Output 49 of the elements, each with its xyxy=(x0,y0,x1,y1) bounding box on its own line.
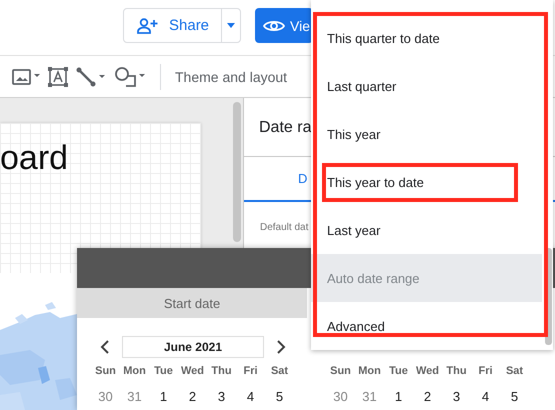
report-title: oard xyxy=(0,138,68,178)
menu-item[interactable]: Advanced xyxy=(311,302,542,350)
weekday-label: Tue xyxy=(153,365,174,377)
day-button[interactable]: 31 xyxy=(120,387,149,405)
weekday-label: Fri xyxy=(242,365,259,377)
day-button[interactable]: 2 xyxy=(413,387,442,405)
theme-and-layout-button[interactable]: Theme and layout xyxy=(175,68,288,84)
caret-icon xyxy=(227,23,236,28)
menu-item[interactable]: This quarter to date xyxy=(311,14,542,62)
text-box-icon[interactable] xyxy=(48,66,68,86)
day-button[interactable]: 1 xyxy=(149,387,178,405)
day-button[interactable]: 3 xyxy=(442,387,471,405)
next-month-icon[interactable] xyxy=(276,340,286,354)
day-button[interactable]: 3 xyxy=(207,387,236,405)
day-button[interactable]: 4 xyxy=(236,387,265,405)
day-button[interactable]: 31 xyxy=(355,387,384,405)
day-button[interactable]: 30 xyxy=(326,387,355,405)
day-button[interactable]: 2 xyxy=(178,387,207,405)
day-button[interactable]: 5 xyxy=(500,387,529,405)
weekday-label: Wed xyxy=(180,365,206,377)
weekday-label: Tue xyxy=(388,365,409,377)
day-button[interactable]: 1 xyxy=(384,387,413,405)
day-button[interactable]: 5 xyxy=(265,387,294,405)
view-button[interactable]: Vie xyxy=(255,8,314,43)
weekday-label: Sat xyxy=(270,365,290,377)
month-field[interactable]: June 2021 xyxy=(122,336,264,358)
scrollbar[interactable] xyxy=(233,102,241,242)
start-date-label: Start date xyxy=(77,288,307,318)
field-label: Default dat xyxy=(260,222,308,233)
image-icon[interactable] xyxy=(12,68,40,86)
menu-item[interactable]: Last year xyxy=(311,206,542,254)
weekday-label: Fri xyxy=(477,365,494,377)
menu-item[interactable]: This year xyxy=(311,110,542,158)
weekday-label: Sun xyxy=(94,365,117,377)
weekday-label: Thu xyxy=(445,365,468,377)
eye-icon xyxy=(263,18,286,32)
weekday-label: Mon xyxy=(122,365,147,377)
person-add-icon xyxy=(137,18,159,34)
menu-item[interactable]: This year to date xyxy=(311,158,542,206)
weekday-label: Wed xyxy=(414,365,440,377)
weekday-label: Mon xyxy=(357,365,382,377)
weekday-label: Sun xyxy=(329,365,352,377)
weekday-label: Sat xyxy=(504,365,524,377)
shape-icon[interactable] xyxy=(114,66,146,88)
line-icon[interactable] xyxy=(76,66,106,86)
day-button[interactable]: 30 xyxy=(91,387,120,405)
day-button[interactable]: 4 xyxy=(471,387,500,405)
previous-month-icon[interactable] xyxy=(100,340,110,354)
weekday-label: Thu xyxy=(210,365,233,377)
